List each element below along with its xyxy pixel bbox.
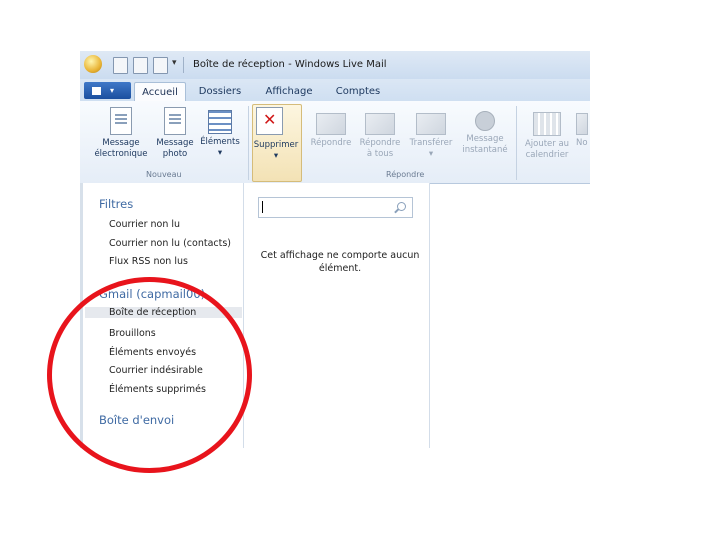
items-dropdown-icon: ▾ xyxy=(217,148,223,158)
items-label: Éléments xyxy=(200,137,240,147)
empty-view-message: Cet affichage ne comporte aucun élément. xyxy=(256,249,424,275)
filters-heading[interactable]: Filtres xyxy=(99,197,133,211)
next-ribbon-button[interactable]: No xyxy=(576,107,590,149)
forward-dropdown-icon: ▾ xyxy=(428,149,434,159)
app-orb-icon[interactable] xyxy=(84,55,102,73)
group-label-new: Nouveau xyxy=(146,170,182,179)
new-email-label-1: Message xyxy=(102,138,140,148)
forward-label: Transférer xyxy=(409,138,453,148)
reply-all-envelope-icon xyxy=(365,113,395,135)
next-ribbon-label: No xyxy=(576,138,588,148)
filter-unread-contacts[interactable]: Courrier non lu (contacts) xyxy=(109,238,231,249)
calendar-icon xyxy=(533,112,561,136)
window-title: Boîte de réception - Windows Live Mail xyxy=(193,59,387,70)
chevron-down-icon: ▾ xyxy=(110,86,115,95)
text-cursor xyxy=(262,201,263,213)
tab-affichage[interactable]: Affichage xyxy=(258,82,320,101)
customize-dropdown-icon[interactable]: ▾ xyxy=(172,58,177,68)
instant-message-label-1: Message xyxy=(466,134,504,144)
photo-email-button[interactable]: Message photo xyxy=(152,107,198,160)
new-email-label-2: électronique xyxy=(94,149,148,159)
empty-message-line-2: élément. xyxy=(318,263,362,274)
search-input[interactable] xyxy=(258,197,413,218)
photo-doc-icon xyxy=(164,107,186,135)
delete-text: Supprimer xyxy=(253,140,299,150)
new-mail-icon[interactable] xyxy=(113,57,128,74)
file-menu-button[interactable]: ▾ xyxy=(84,82,131,99)
new-email-button[interactable]: Message électronique xyxy=(90,107,152,160)
forward-envelope-icon xyxy=(416,113,446,135)
send-receive-icon[interactable] xyxy=(153,57,168,74)
tab-dossiers[interactable]: Dossiers xyxy=(194,82,246,101)
reply-all-label-1: Répondre xyxy=(359,138,401,148)
reply-envelope-icon xyxy=(316,113,346,135)
filter-unread[interactable]: Courrier non lu xyxy=(109,219,180,230)
filter-unread-rss[interactable]: Flux RSS non lus xyxy=(109,256,188,267)
forward-button[interactable]: Transférer ▾ xyxy=(406,107,456,160)
group-divider-respond xyxy=(516,106,517,180)
next-ribbon-icon xyxy=(576,113,588,135)
instant-message-button[interactable]: Message instantané xyxy=(457,107,513,156)
photo-email-label-2: photo xyxy=(162,149,188,159)
email-doc-icon xyxy=(110,107,132,135)
group-label-respond: Répondre xyxy=(386,170,425,179)
items-grid-icon xyxy=(208,110,232,134)
tab-comptes[interactable]: Comptes xyxy=(331,82,385,101)
reply-label: Répondre xyxy=(310,138,352,148)
reply-button[interactable]: Répondre xyxy=(306,107,356,149)
person-icon xyxy=(475,111,495,131)
delete-dropdown-icon: ▾ xyxy=(273,151,279,161)
items-button[interactable]: Éléments ▾ xyxy=(197,107,243,159)
title-bar: ▾ Boîte de réception - Windows Live Mail xyxy=(80,51,590,79)
tab-accueil[interactable]: Accueil xyxy=(134,82,186,102)
red-annotation-ring xyxy=(47,277,252,473)
instant-message-label-2: instantané xyxy=(462,145,508,155)
delete-icon: ✕ xyxy=(256,107,283,135)
photo-email-label-1: Message xyxy=(156,138,194,148)
add-calendar-label-2: calendrier xyxy=(525,150,569,160)
quick-access-divider xyxy=(183,57,184,73)
delete-label: Supprimer ▾ xyxy=(252,140,300,162)
search-icon[interactable] xyxy=(397,202,406,211)
empty-message-line-1: Cet affichage ne comporte aucun xyxy=(260,250,420,261)
message-list-pane xyxy=(244,183,430,448)
group-divider-new xyxy=(248,106,249,180)
ribbon-tab-row: ▾ Accueil Dossiers Affichage Comptes xyxy=(80,79,590,102)
reply-all-label-2: à tous xyxy=(366,149,394,159)
add-calendar-button[interactable]: Ajouter au calendrier xyxy=(518,107,576,161)
reply-icon[interactable] xyxy=(133,57,148,74)
add-calendar-label-1: Ajouter au xyxy=(524,139,570,149)
reply-all-button[interactable]: Répondre à tous xyxy=(356,107,404,160)
